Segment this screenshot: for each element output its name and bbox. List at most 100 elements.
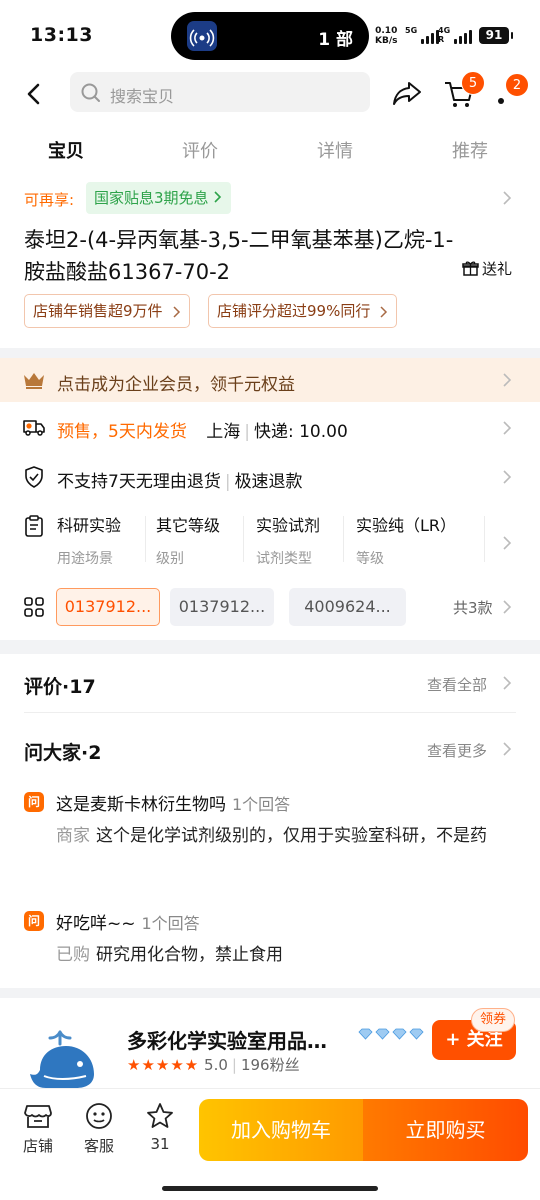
spec-key: 试剂类型 bbox=[256, 551, 312, 567]
store-card[interactable]: 多彩化学实验室用品… ★★★★★ 5.0 | 196粉丝 + 关注 领券 bbox=[0, 998, 540, 1088]
question-label: 这是麦斯卡林衍生物吗 bbox=[56, 795, 226, 815]
reviews-qa-card: 评价·17 查看全部 问大家·2 查看更多 问 这是麦斯卡林衍生物吗 1个回答 商… bbox=[0, 654, 540, 988]
signal-4g-icon: 4G R bbox=[438, 26, 473, 44]
chevron-right-icon[interactable] bbox=[500, 191, 514, 205]
store-followers: 196粉丝 bbox=[240, 1056, 300, 1074]
back-arrow-icon bbox=[27, 83, 40, 105]
favorite-button[interactable]: 31 bbox=[135, 1101, 185, 1153]
returns-policy-text: 不支持7天无理由退货 bbox=[57, 472, 221, 492]
customer-service-icon bbox=[86, 1103, 112, 1129]
diamond-icon bbox=[375, 1028, 390, 1040]
question-icon: 问 bbox=[24, 911, 44, 931]
subsidy-prefix: 可再享: bbox=[24, 191, 75, 209]
see-more-qa-link[interactable]: 查看更多 bbox=[427, 740, 487, 761]
answer-label: 商家 bbox=[56, 826, 90, 846]
question-text[interactable]: 好吃咩~~ 1个回答 bbox=[56, 909, 200, 934]
home-indicator[interactable] bbox=[162, 1186, 378, 1191]
sku-row: 0137912... 0137912... 4009624... 共3款 bbox=[0, 588, 540, 628]
service-button-label: 客服 bbox=[83, 1137, 114, 1155]
header: 搜索宝贝 5 2 bbox=[0, 68, 540, 120]
spec-key: 用途场景 bbox=[57, 551, 113, 567]
search-input[interactable]: 搜索宝贝 bbox=[70, 72, 370, 112]
signal-5g-icon: 5G bbox=[405, 26, 440, 44]
signal-label: 5G bbox=[405, 26, 418, 35]
customer-service-button[interactable]: 客服 bbox=[74, 1101, 124, 1156]
question-text[interactable]: 这是麦斯卡林衍生物吗 1个回答 bbox=[56, 790, 290, 815]
see-all-reviews-link[interactable]: 查看全部 bbox=[427, 674, 487, 695]
chevron-right-icon bbox=[503, 373, 512, 387]
store-button-label: 店铺 bbox=[22, 1137, 53, 1155]
status-bar: 13:13 1 部 0.10 KB/s 5G 4G R 91 bbox=[0, 0, 540, 68]
net-speed: 0.10 KB/s bbox=[375, 26, 397, 46]
tab-recommend[interactable]: 推荐 bbox=[452, 137, 488, 163]
answer-text: 已购 研究用化合物，禁止食用 bbox=[56, 941, 516, 970]
diamond-icon bbox=[409, 1028, 424, 1040]
diamond-icon bbox=[358, 1028, 373, 1040]
qa-title[interactable]: 问大家·2 bbox=[24, 738, 101, 765]
tab-reviews[interactable]: 评价 bbox=[182, 137, 218, 163]
tab-bar: 宝贝 评价 详情 推荐 bbox=[0, 120, 540, 172]
answer-count: 1个回答 bbox=[232, 795, 291, 814]
spec-item: 其它等级 级别 bbox=[156, 512, 252, 568]
clipboard-icon bbox=[25, 515, 43, 537]
divider bbox=[243, 516, 244, 562]
rating-pill[interactable]: 店铺评分超过99%同行 bbox=[208, 294, 398, 328]
store-button[interactable]: 店铺 bbox=[13, 1101, 63, 1156]
sku-count[interactable]: 共3款 bbox=[453, 597, 493, 618]
subsidy-chip-label: 国家贴息3期免息 bbox=[94, 189, 209, 207]
chevron-right-icon bbox=[503, 600, 512, 614]
presale-text: 预售，5天内发货 bbox=[57, 422, 187, 442]
chevron-right-icon bbox=[503, 676, 512, 690]
broadcast-app-icon bbox=[187, 21, 217, 51]
spec-item: 科研实验 用途场景 bbox=[57, 512, 153, 568]
answer-body: 研究用化合物，禁止食用 bbox=[96, 945, 283, 965]
ship-from-text: 上海 bbox=[206, 422, 241, 442]
sku-option[interactable]: 0137912... bbox=[56, 588, 160, 626]
express-fee-text: 快递: 10.00 bbox=[253, 422, 348, 442]
chevron-right-icon bbox=[503, 421, 512, 435]
rating-pill-label: 店铺评分超过99%同行 bbox=[217, 302, 371, 320]
favorite-count: 31 bbox=[150, 1135, 170, 1153]
spec-item: 实验试剂 试剂类型 bbox=[256, 512, 352, 568]
signal-label: 4G bbox=[438, 26, 451, 35]
returns-row[interactable]: 不支持7天无理由退货 | 极速退款 bbox=[0, 454, 540, 498]
net-speed-value: 0.10 bbox=[375, 26, 398, 36]
gift-label: 送礼 bbox=[482, 260, 513, 278]
gift-button[interactable]: 送礼 bbox=[462, 258, 512, 279]
battery-icon: 91 bbox=[479, 27, 513, 44]
dynamic-island[interactable]: 1 部 bbox=[171, 12, 369, 60]
gift-icon bbox=[462, 261, 479, 276]
member-bar[interactable]: 点击成为企业会员，领千元权益 bbox=[0, 358, 540, 402]
tab-item[interactable]: 宝贝 bbox=[48, 137, 84, 163]
spec-key: 级别 bbox=[156, 551, 184, 567]
store-name: 多彩化学实验室用品… bbox=[127, 1029, 327, 1053]
sku-option[interactable]: 0137912... bbox=[170, 588, 274, 626]
sku-option[interactable]: 4009624... bbox=[289, 588, 406, 626]
question-icon: 问 bbox=[24, 792, 44, 812]
divider bbox=[343, 516, 344, 562]
chevron-right-icon bbox=[503, 470, 512, 484]
back-button[interactable] bbox=[18, 78, 50, 110]
divider bbox=[24, 712, 516, 713]
store-icon bbox=[24, 1105, 52, 1128]
spec-value: 科研实验 bbox=[57, 516, 122, 535]
delivery-truck-icon bbox=[23, 420, 45, 436]
store-logo-whale-icon bbox=[30, 1030, 94, 1088]
info-card: 点击成为企业会员，领千元权益 预售，5天内发货 上海 | 快递: 10.00 不支持… bbox=[0, 358, 540, 640]
rating-stars-icon: ★★★★★ bbox=[127, 1056, 200, 1074]
chevron-right-icon bbox=[503, 536, 512, 550]
chevron-right-icon bbox=[173, 306, 180, 318]
reviews-title[interactable]: 评价·17 bbox=[24, 672, 96, 699]
spec-item: 实验纯（LR） 等级 bbox=[356, 512, 480, 568]
specs-row[interactable]: 科研实验 用途场景 其它等级 级别 实验试剂 试剂类型 实验纯（LR） 等级 bbox=[0, 512, 540, 572]
coupon-badge[interactable]: 领券 bbox=[471, 1008, 516, 1032]
answer-label: 已购 bbox=[56, 945, 90, 965]
share-button[interactable] bbox=[390, 76, 424, 110]
sales-pill[interactable]: 店铺年销售超9万件 bbox=[24, 294, 190, 328]
tab-details[interactable]: 详情 bbox=[317, 137, 353, 163]
sales-pill-label: 店铺年销售超9万件 bbox=[33, 302, 163, 320]
add-to-cart-button[interactable]: 加入购物车 bbox=[199, 1099, 363, 1161]
buy-now-button[interactable]: 立即购买 bbox=[363, 1099, 528, 1161]
shipping-row[interactable]: 预售，5天内发货 上海 | 快递: 10.00 bbox=[0, 402, 540, 450]
subsidy-chip[interactable]: 国家贴息3期免息 bbox=[86, 182, 232, 214]
